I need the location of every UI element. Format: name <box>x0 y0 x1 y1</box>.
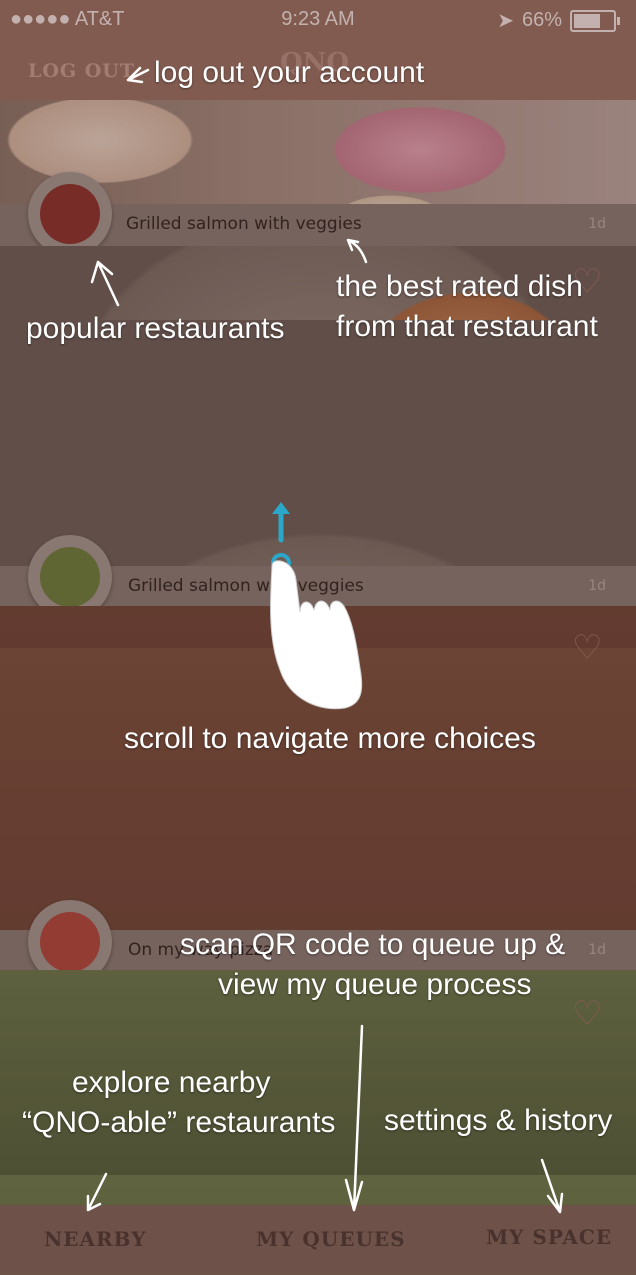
hint-popular-restaurants: popular restaurants <box>26 312 285 345</box>
hint-best-dish-line1: the best rated dish <box>336 270 583 303</box>
hint-scroll: scroll to navigate more choices <box>124 722 536 755</box>
hint-settings-history: settings & history <box>384 1104 613 1137</box>
hint-explore-line1: explore nearby <box>72 1066 271 1099</box>
hint-scan-line2: view my queue process <box>218 968 532 1001</box>
hint-logout: log out your account <box>154 56 425 89</box>
hint-explore-line2: “QNO-able” restaurants <box>22 1106 336 1139</box>
pointing-hand-icon <box>269 560 363 710</box>
hint-best-dish-line2: from that restaurant <box>336 310 598 343</box>
hint-scan-line1: scan QR code to queue up & <box>180 928 566 961</box>
